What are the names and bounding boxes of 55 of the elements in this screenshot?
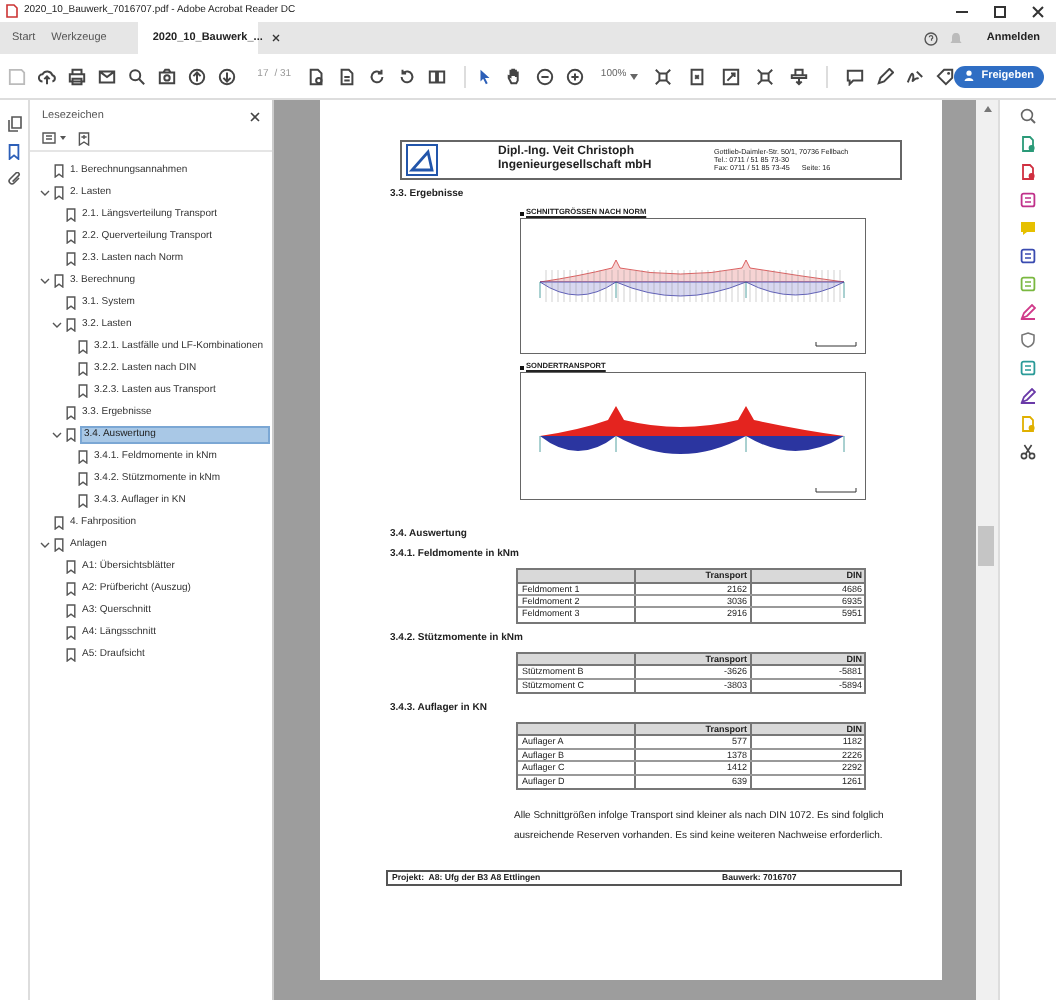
signature-icon[interactable]	[905, 67, 924, 85]
comment-icon[interactable]	[845, 67, 864, 85]
triangle-logo	[406, 144, 438, 176]
zoom-in-icon[interactable]	[566, 67, 585, 85]
document-search-icon[interactable]	[307, 67, 326, 85]
document-icon[interactable]	[337, 67, 356, 85]
arrow-up-circle-icon[interactable]	[188, 67, 206, 85]
pdf-file-icon	[6, 4, 18, 18]
scroll-up-icon[interactable]	[983, 106, 991, 112]
list-icon	[42, 132, 56, 144]
search-icon[interactable]	[128, 67, 146, 85]
paperclip-icon[interactable]	[7, 172, 21, 186]
shield-icon[interactable]	[1020, 332, 1036, 348]
pages-icon[interactable]	[7, 116, 21, 132]
hand-icon[interactable]	[506, 67, 525, 85]
stamp-icon[interactable]	[789, 67, 808, 85]
page-fit-icon[interactable]	[687, 67, 706, 85]
fit-page-icon[interactable]	[653, 67, 672, 85]
pen-icon[interactable]	[1020, 304, 1036, 320]
close-icon[interactable]	[1032, 5, 1044, 17]
tag-icon[interactable]	[935, 67, 954, 85]
scrollbar-thumb[interactable]	[978, 526, 994, 566]
zoom-out-icon[interactable]	[536, 67, 555, 85]
mail-icon[interactable]	[98, 67, 116, 85]
rotate-counterclockwise-icon[interactable]	[397, 67, 416, 85]
camera-icon[interactable]	[158, 67, 176, 85]
document-icon[interactable]	[1020, 164, 1036, 180]
chevron-down-icon[interactable]	[52, 320, 62, 330]
scissors-icon[interactable]	[1020, 444, 1036, 460]
person-icon	[963, 70, 976, 82]
chevron-down-icon[interactable]	[40, 276, 50, 286]
caret-icon	[629, 73, 638, 79]
close-icon[interactable]	[272, 34, 281, 42]
caret-icon	[60, 136, 66, 140]
two-pages-icon[interactable]	[427, 67, 446, 85]
upload-icon[interactable]	[38, 67, 56, 85]
chevron-down-icon[interactable]	[40, 540, 50, 550]
zoom-icon[interactable]	[1020, 108, 1036, 124]
chevron-down-icon[interactable]	[40, 188, 50, 198]
bookmark-icon[interactable]	[8, 144, 20, 160]
minimize-icon[interactable]	[956, 5, 968, 17]
add-bookmark-icon[interactable]	[78, 131, 90, 145]
chevron-down-icon[interactable]	[52, 430, 62, 440]
pen-icon[interactable]	[1020, 388, 1036, 404]
scrollbar[interactable]	[976, 100, 998, 1000]
print-icon[interactable]	[68, 67, 86, 85]
maximize-icon[interactable]	[994, 5, 1006, 17]
fullscreen-icon[interactable]	[721, 67, 740, 85]
pen-icon[interactable]	[875, 67, 894, 85]
options-button[interactable]	[42, 132, 66, 144]
help-icon[interactable]	[924, 31, 939, 45]
arrow-down-circle-icon[interactable]	[218, 67, 236, 85]
cursor-arrow-icon[interactable]	[476, 67, 495, 85]
rotate-clockwise-icon[interactable]	[367, 67, 386, 85]
close-icon[interactable]	[250, 111, 260, 121]
